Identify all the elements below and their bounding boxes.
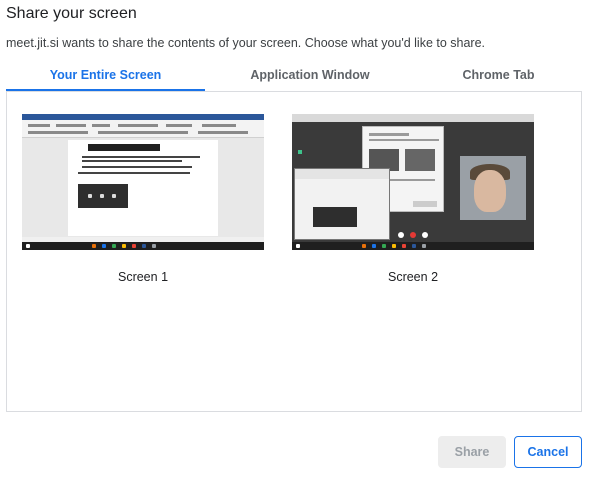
cancel-button[interactable]: Cancel (514, 436, 582, 468)
dialog-subtitle: meet.jit.si wants to share the contents … (6, 36, 486, 50)
share-button[interactable]: Share (438, 436, 506, 468)
tab-application-window[interactable]: Application Window (205, 64, 415, 92)
dialog-title: Share your screen (6, 5, 137, 22)
screen-1-thumbnail[interactable] (22, 114, 264, 250)
tab-chrome-tab[interactable]: Chrome Tab (415, 64, 582, 92)
source-tabs: Your Entire Screen Application Window Ch… (6, 64, 582, 92)
tab-entire-screen[interactable]: Your Entire Screen (6, 64, 205, 92)
screens-panel: Screen 1 Screen 2 (6, 92, 582, 412)
screen-2-thumbnail[interactable] (292, 114, 534, 250)
screen-option-2[interactable]: Screen 2 (292, 112, 534, 292)
screen-option-1[interactable]: Screen 1 (22, 112, 264, 292)
participant-video (460, 156, 526, 220)
screen-2-label: Screen 2 (387, 270, 439, 284)
screen-1-label: Screen 1 (117, 270, 169, 284)
